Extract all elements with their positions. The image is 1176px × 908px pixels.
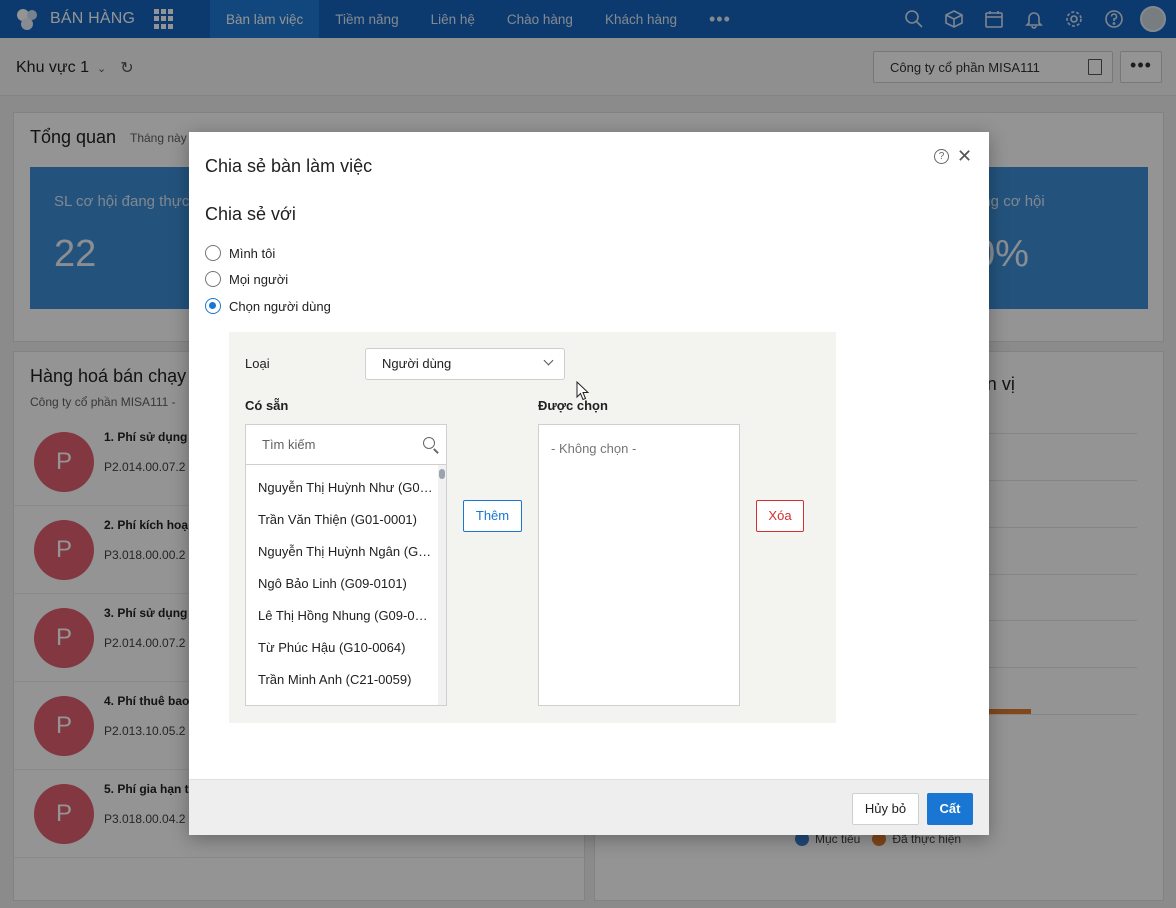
search-icon[interactable] (423, 437, 435, 449)
radio-button[interactable] (205, 271, 221, 287)
save-button[interactable]: Cất (927, 793, 973, 825)
list-item[interactable]: Nguyễn Thị Huỳnh Ngân (G… (246, 536, 438, 568)
chevron-down-icon (543, 355, 554, 366)
scroll-thumb[interactable] (439, 469, 445, 479)
selected-label: Được chọn (538, 398, 608, 413)
radio-label: Chọn người dùng (229, 298, 331, 314)
list-item[interactable]: Từ Phúc Hậu (G10-0064) (246, 632, 438, 664)
dialog-footer: Hủy bỏ Cất (189, 779, 989, 835)
radio-label: Mọi người (229, 271, 289, 287)
mouse-pointer-icon (576, 381, 590, 401)
add-user-button[interactable]: Thêm (463, 500, 522, 532)
list-item[interactable]: Trần Văn Thiện (G01-0001) (246, 504, 438, 536)
list-scrollbar[interactable] (438, 465, 446, 705)
radio-everyone[interactable]: Mọi người (205, 271, 288, 287)
user-list: Nguyễn Thị Huỳnh Như (G0… Trần Văn Thiện… (246, 465, 438, 696)
radio-label: Mình tôi (229, 245, 276, 261)
dialog-title: Chia sẻ bàn làm việc (205, 156, 373, 176)
type-select[interactable]: Người dùng (365, 348, 565, 380)
cancel-button[interactable]: Hủy bỏ (852, 793, 919, 825)
available-label: Có sẵn (245, 398, 289, 413)
search-input[interactable] (246, 425, 416, 463)
radio-button-checked[interactable] (205, 298, 221, 314)
list-item[interactable]: Lê Thị Hồng Nhung (G09-0… (246, 600, 438, 632)
type-label: Loại (245, 356, 270, 371)
search-box (246, 425, 446, 465)
close-icon[interactable]: ✕ (957, 146, 972, 166)
radio-button[interactable] (205, 245, 221, 261)
share-with-heading: Chia sẻ với (205, 204, 296, 224)
remove-user-button[interactable]: Xóa (756, 500, 804, 532)
radio-choose-users[interactable]: Chọn người dùng (205, 298, 331, 314)
radio-only-me[interactable]: Mình tôi (205, 245, 275, 261)
user-picker-panel: Loại Người dùng Có sẵn Được chọn Nguyễn … (229, 332, 836, 723)
list-item[interactable]: Trần Minh Anh (C21-0059) (246, 664, 438, 696)
type-select-value: Người dùng (382, 356, 452, 371)
help-icon[interactable]: ? (934, 149, 949, 164)
available-users-list: Nguyễn Thị Huỳnh Như (G0… Trần Văn Thiện… (245, 424, 447, 706)
empty-selection-text: - Không chọn - (551, 441, 637, 456)
share-workspace-dialog: Chia sẻ bàn làm việc ? ✕ Chia sẻ với Mìn… (189, 132, 989, 835)
list-item[interactable]: Ngô Bảo Linh (G09-0101) (246, 568, 438, 600)
list-item[interactable]: Nguyễn Thị Huỳnh Như (G0… (246, 472, 438, 504)
selected-users-list: - Không chọn - (538, 424, 740, 706)
